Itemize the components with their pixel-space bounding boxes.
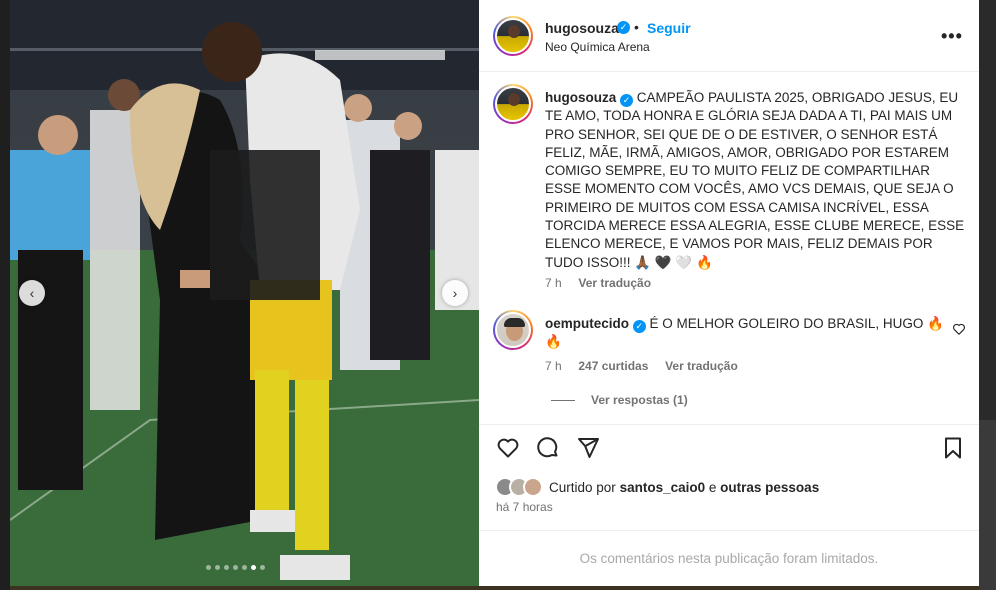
comments-section[interactable]: hugosouza ✓ CAMPEÃO PAULISTA 2025, OBRIG… (479, 72, 979, 424)
carousel-prev-button[interactable]: ‹ (19, 280, 45, 306)
caption-body: CAMPEÃO PAULISTA 2025, OBRIGADO JESUS, E… (545, 90, 965, 270)
carousel-dot[interactable] (251, 565, 256, 570)
heart-icon[interactable] (496, 436, 520, 460)
post-header: hugosouza ✓ • Seguir Neo Química Arena •… (479, 0, 979, 72)
caption-time[interactable]: 7 h (545, 276, 562, 290)
separator-dot: • (634, 19, 639, 35)
post-actions-bar (479, 424, 979, 470)
post-location[interactable]: Neo Química Arena (545, 40, 650, 54)
chevron-left-icon: ‹ (29, 285, 35, 301)
follow-button[interactable]: Seguir (647, 20, 691, 36)
liked-by-text: Curtido por santos_caio0 e outras pessoa… (549, 480, 819, 495)
liked-by-prefix: Curtido por (549, 479, 616, 495)
carousel-dot[interactable] (260, 565, 265, 570)
comment-likes-count[interactable]: 247 curtidas (578, 359, 648, 373)
comment-translate-link[interactable]: Ver tradução (665, 359, 738, 373)
carousel-dots (206, 565, 265, 570)
verified-badge-icon: ✓ (632, 320, 646, 333)
liked-by-user-link[interactable]: santos_caio0 (620, 480, 706, 495)
post-photo[interactable]: ‹ › (10, 0, 479, 586)
author-username[interactable]: hugosouza (545, 20, 619, 36)
post-photo-illustration (10, 0, 479, 586)
chevron-right-icon: › (452, 285, 458, 301)
share-icon[interactable] (576, 436, 600, 460)
carousel-dot[interactable] (242, 565, 247, 570)
backdrop-left (0, 0, 10, 590)
liker-avatar[interactable] (523, 477, 543, 497)
commenter-avatar[interactable] (493, 310, 533, 350)
carousel-next-button[interactable]: › (442, 280, 468, 306)
more-options-icon[interactable]: ••• (941, 26, 963, 47)
carousel-dot[interactable] (224, 565, 229, 570)
caption-author-avatar[interactable] (493, 84, 533, 124)
verified-badge-icon: ✓ (620, 94, 634, 107)
liked-by-joiner: e (708, 479, 717, 495)
liked-by-row: Curtido por santos_caio0 e outras pessoa… (495, 476, 819, 498)
liked-by-others-link[interactable]: outras pessoas (720, 480, 819, 495)
replies-divider-line (551, 399, 575, 401)
view-replies-label: Ver respostas (1) (591, 393, 688, 407)
comment-like-heart-icon[interactable] (952, 322, 966, 336)
post-time-ago[interactable]: há 7 horas (496, 500, 553, 514)
author-avatar[interactable] (493, 16, 533, 56)
commenter-username[interactable]: oemputecido (545, 316, 629, 331)
carousel-dot[interactable] (233, 565, 238, 570)
comment-icon[interactable] (536, 436, 560, 460)
backdrop-right (979, 0, 996, 590)
caption-translate-link[interactable]: Ver tradução (578, 276, 651, 290)
bookmark-icon[interactable] (941, 436, 965, 460)
verified-badge-icon: ✓ (617, 21, 630, 34)
carousel-dot[interactable] (215, 565, 220, 570)
view-replies-link[interactable]: Ver respostas (1) (551, 393, 688, 407)
comment-time[interactable]: 7 h (545, 359, 562, 373)
post-caption: hugosouza ✓ CAMPEÃO PAULISTA 2025, OBRIG… (545, 89, 965, 272)
post-details-panel: hugosouza ✓ • Seguir Neo Química Arena •… (479, 0, 979, 586)
backdrop-bottom (10, 586, 979, 590)
comments-limited-notice: Os comentários nesta publicação foram li… (479, 530, 979, 586)
comment-meta: 7 h 247 curtidas Ver tradução (545, 359, 738, 373)
caption-meta: 7 h Ver tradução (545, 276, 651, 290)
comment: oemputecido ✓ É O MELHOR GOLEIRO DO BRAS… (545, 315, 945, 351)
carousel-dot[interactable] (206, 565, 211, 570)
comments-limited-text: Os comentários nesta publicação foram li… (579, 551, 879, 566)
caption-username[interactable]: hugosouza (545, 90, 616, 105)
